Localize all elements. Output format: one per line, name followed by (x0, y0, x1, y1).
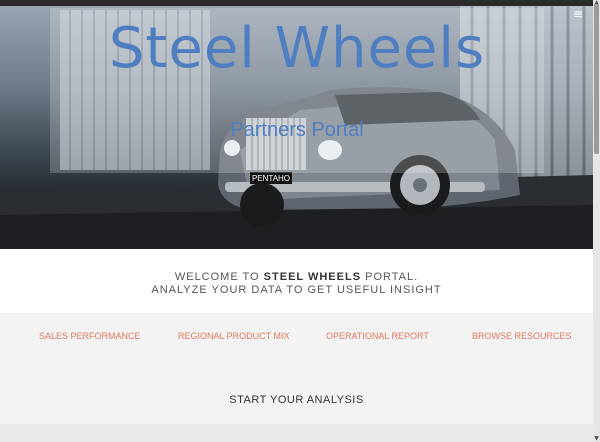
page-subtitle: Partners Portal (230, 119, 364, 141)
nav-link-operational-report[interactable]: OPERATIONAL REPORT (326, 331, 429, 341)
pentaho-plate: PENTAHO (251, 174, 291, 183)
top-bar (0, 0, 593, 6)
welcome-section: WELCOME TO STEEL WHEELS PORTAL. ANALYZE … (0, 249, 593, 313)
scrollbar-thumb[interactable] (594, 4, 599, 154)
welcome-line-1: WELCOME TO STEEL WHEELS PORTAL. (174, 271, 419, 283)
nav-link-sales-performance[interactable]: SALES PERFORMANCE (39, 331, 141, 341)
welcome-line-2: ANALYZE YOUR DATA TO GET USEFUL INSIGHT (151, 284, 442, 296)
start-analysis-heading: START YOUR ANALYSIS (229, 394, 364, 406)
nav-link-regional-product-mix[interactable]: REGIONAL PRODUCT MIX (178, 331, 290, 341)
scroll-down-icon[interactable]: ▼ (593, 436, 600, 442)
hero-banner: Steel Wheels Partners Portal PENTAHO ≡ (0, 0, 593, 249)
hamburger-menu-icon[interactable]: ≡ (573, 8, 583, 20)
page-title: Steel Wheels (108, 16, 486, 81)
analysis-panel (0, 424, 593, 442)
nav-links: SALES PERFORMANCE REGIONAL PRODUCT MIX O… (0, 313, 593, 363)
nav-link-browse-resources[interactable]: BROWSE RESOURCES (472, 331, 572, 341)
